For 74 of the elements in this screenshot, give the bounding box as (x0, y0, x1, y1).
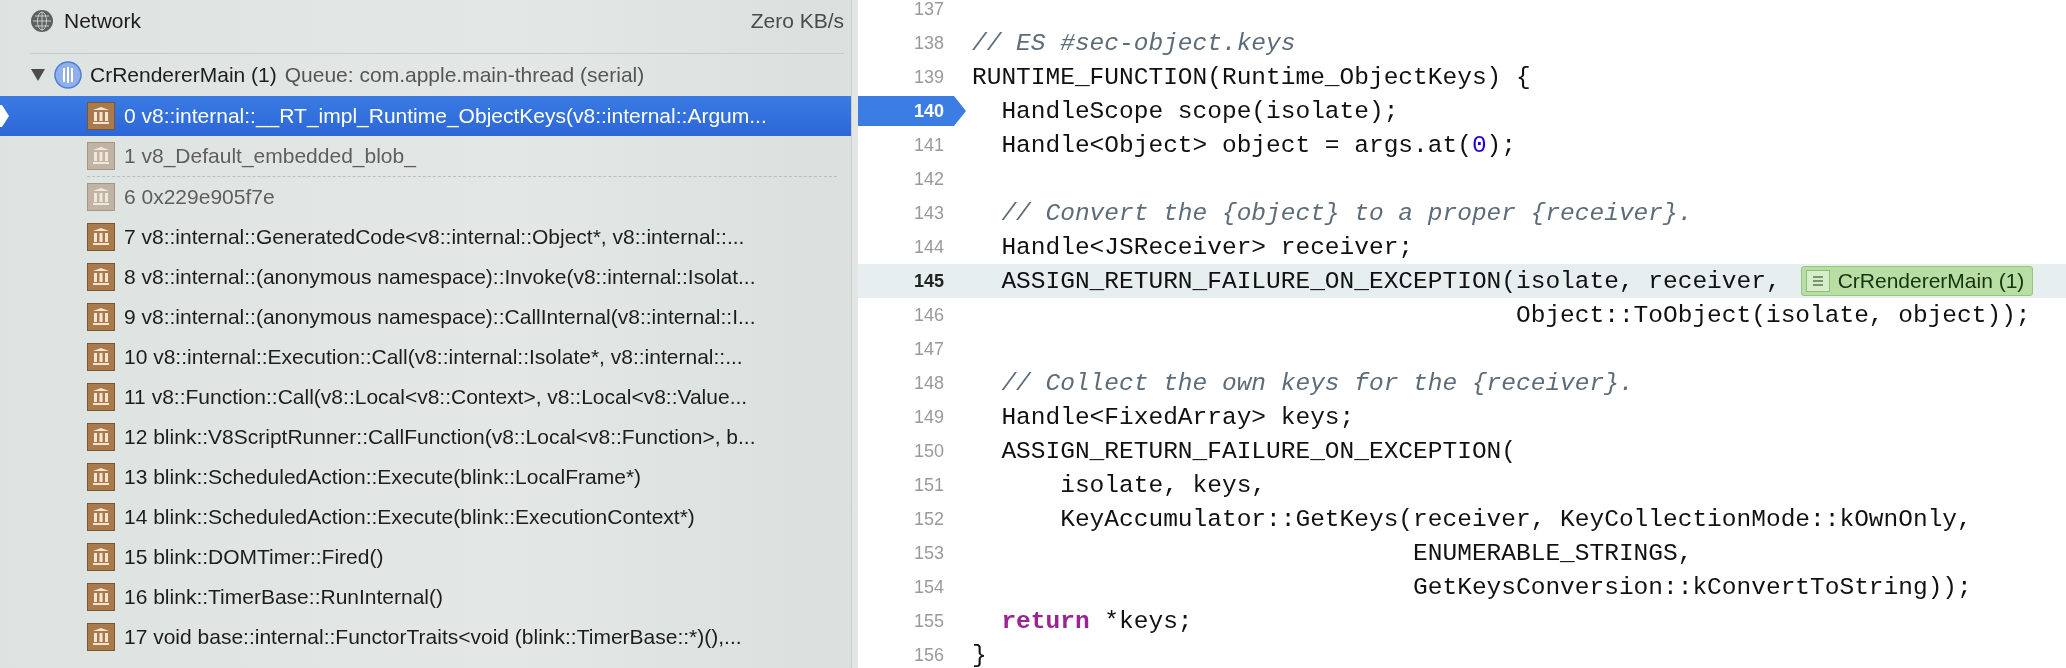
pillars-icon (87, 583, 115, 611)
pillars-icon (87, 383, 115, 411)
code-text: ASSIGN_RETURN_FAILURE_ON_EXCEPTION(isolate, receiver, (1000, 267, 1781, 295)
code-text: GetKeysConversion::kConvertToString)); (1412, 573, 1972, 601)
code-text: // ES #sec-object.keys (972, 29, 1296, 57)
stack-frame-item[interactable]: 6 0x229e905f7e (0, 177, 851, 217)
code-text: Handle<FixedArray> keys; (1000, 403, 1355, 431)
line-number[interactable]: 149 (858, 402, 972, 432)
thread-icon (54, 61, 82, 89)
disclosure-triangle-icon[interactable] (30, 68, 46, 82)
stack-frame-item[interactable]: 10 v8::internal::Execution::Call(v8::internal::Isolate*, v8::internal::... (0, 337, 851, 377)
pillars-icon (87, 303, 115, 331)
pillars-icon (87, 223, 115, 251)
stack-frame-item[interactable]: 13 blink::ScheduledAction::Execute(blink::LocalFrame*) (0, 457, 851, 497)
stack-frame-item[interactable]: 7 v8::internal::GeneratedCode<v8::internal::Object*, v8::internal::... (0, 217, 851, 257)
line-number[interactable]: 152 (858, 504, 972, 534)
stack-frame-item[interactable]: 1 v8_Default_embedded_blob_ (0, 136, 851, 176)
pillars-icon (87, 423, 115, 451)
line-number[interactable]: 148 (858, 368, 972, 398)
stack-frame-item[interactable]: 14 blink::ScheduledAction::Execute(blink::ExecutionContext*) (0, 497, 851, 537)
line-number[interactable]: 137 (858, 0, 972, 24)
queue-label: Queue: com.apple.main-thread (serial) (284, 63, 645, 87)
line-number[interactable]: 147 (858, 334, 972, 364)
pillars-icon (87, 263, 115, 291)
code-text: Handle<Object> object = args.at(0); (1000, 131, 1516, 159)
stack-frame-item[interactable]: 8 v8::internal::(anonymous namespace)::Invoke(v8::internal::Isolat... (0, 257, 851, 297)
line-number[interactable]: 153 (858, 538, 972, 568)
pointer-icon (0, 105, 9, 127)
stack-frame-item[interactable]: 12 blink::V8ScriptRunner::CallFunction(v8::Local<v8::Function>, b... (0, 417, 851, 457)
line-number[interactable]: 156 (858, 640, 972, 668)
code-text: } (972, 641, 987, 668)
code-text: RUNTIME_FUNCTION(Runtime_ObjectKeys) { (972, 63, 1531, 91)
stack-frame-item[interactable]: 17 void base::internal::FunctorTraits<void (blink::TimerBase::*)(),... (0, 617, 851, 657)
stack-frame-item[interactable]: 0 v8::internal::__RT_impl_Runtime_ObjectKeys(v8::internal::Argum... (0, 96, 851, 136)
line-number[interactable]: 141 (858, 130, 972, 160)
thread-name: CrRendererMain (1) (90, 63, 277, 87)
code-text: ASSIGN_RETURN_FAILURE_ON_EXCEPTION( (1000, 437, 1516, 465)
pillars-icon (87, 102, 115, 130)
code-text: ENUMERABLE_STRINGS, (1412, 539, 1693, 567)
stack-frame-item[interactable]: 9 v8::internal::(anonymous namespace)::CallInternal(v8::internal::I... (0, 297, 851, 337)
network-rate: Zero KB/s (750, 9, 844, 33)
line-number[interactable]: 150 (858, 436, 972, 466)
line-number[interactable]: 144 (858, 232, 972, 262)
section-title: Network (64, 9, 142, 33)
code-text: isolate, keys, (1059, 471, 1267, 499)
code-text: KeyAccumulator::GetKeys(receiver, KeyCollectionMode::kOwnOnly, (1059, 505, 1972, 533)
list-icon (1805, 270, 1830, 292)
line-number[interactable]: 139 (858, 62, 972, 92)
globe-icon (30, 9, 54, 33)
thread-badge[interactable]: CrRendererMain (1) (1800, 266, 2034, 296)
code-text: Object::ToObject(isolate, object)); (1515, 301, 2031, 329)
line-number[interactable]: 142 (858, 164, 972, 194)
stack-frame-item[interactable]: 16 blink::TimerBase::RunInternal() (0, 577, 851, 617)
stack-frame-item[interactable]: 11 v8::Function::Call(v8::Local<v8::Context>, v8::Local<v8::Value... (0, 377, 851, 417)
code-text: HandleScope scope(isolate); (1000, 97, 1399, 125)
line-number[interactable]: 143 (858, 198, 972, 228)
line-number[interactable]: 151 (858, 470, 972, 500)
pillars-icon (87, 543, 115, 571)
pillars-icon (87, 503, 115, 531)
line-number[interactable]: 138 (858, 28, 972, 58)
pillars-icon (87, 343, 115, 371)
stack-frame-item[interactable]: 15 blink::DOMTimer::Fired() (0, 537, 851, 577)
line-number[interactable]: 154 (858, 572, 972, 602)
line-number[interactable]: 146 (858, 300, 972, 330)
line-number[interactable]: 155 (858, 606, 972, 636)
code-text: Handle<JSReceiver> receiver; (1000, 233, 1414, 261)
pillars-icon (87, 142, 115, 170)
pillars-icon (87, 183, 115, 211)
code-text: return *keys; (1000, 607, 1193, 635)
code-text: // Collect the own keys for the {receiver}. (1000, 369, 1634, 397)
pillars-icon (87, 463, 115, 491)
pillars-icon (87, 623, 115, 651)
code-text: // Convert the {object} to a proper {receiver}. (1000, 199, 1693, 227)
line-number[interactable]: 145 (858, 266, 972, 296)
